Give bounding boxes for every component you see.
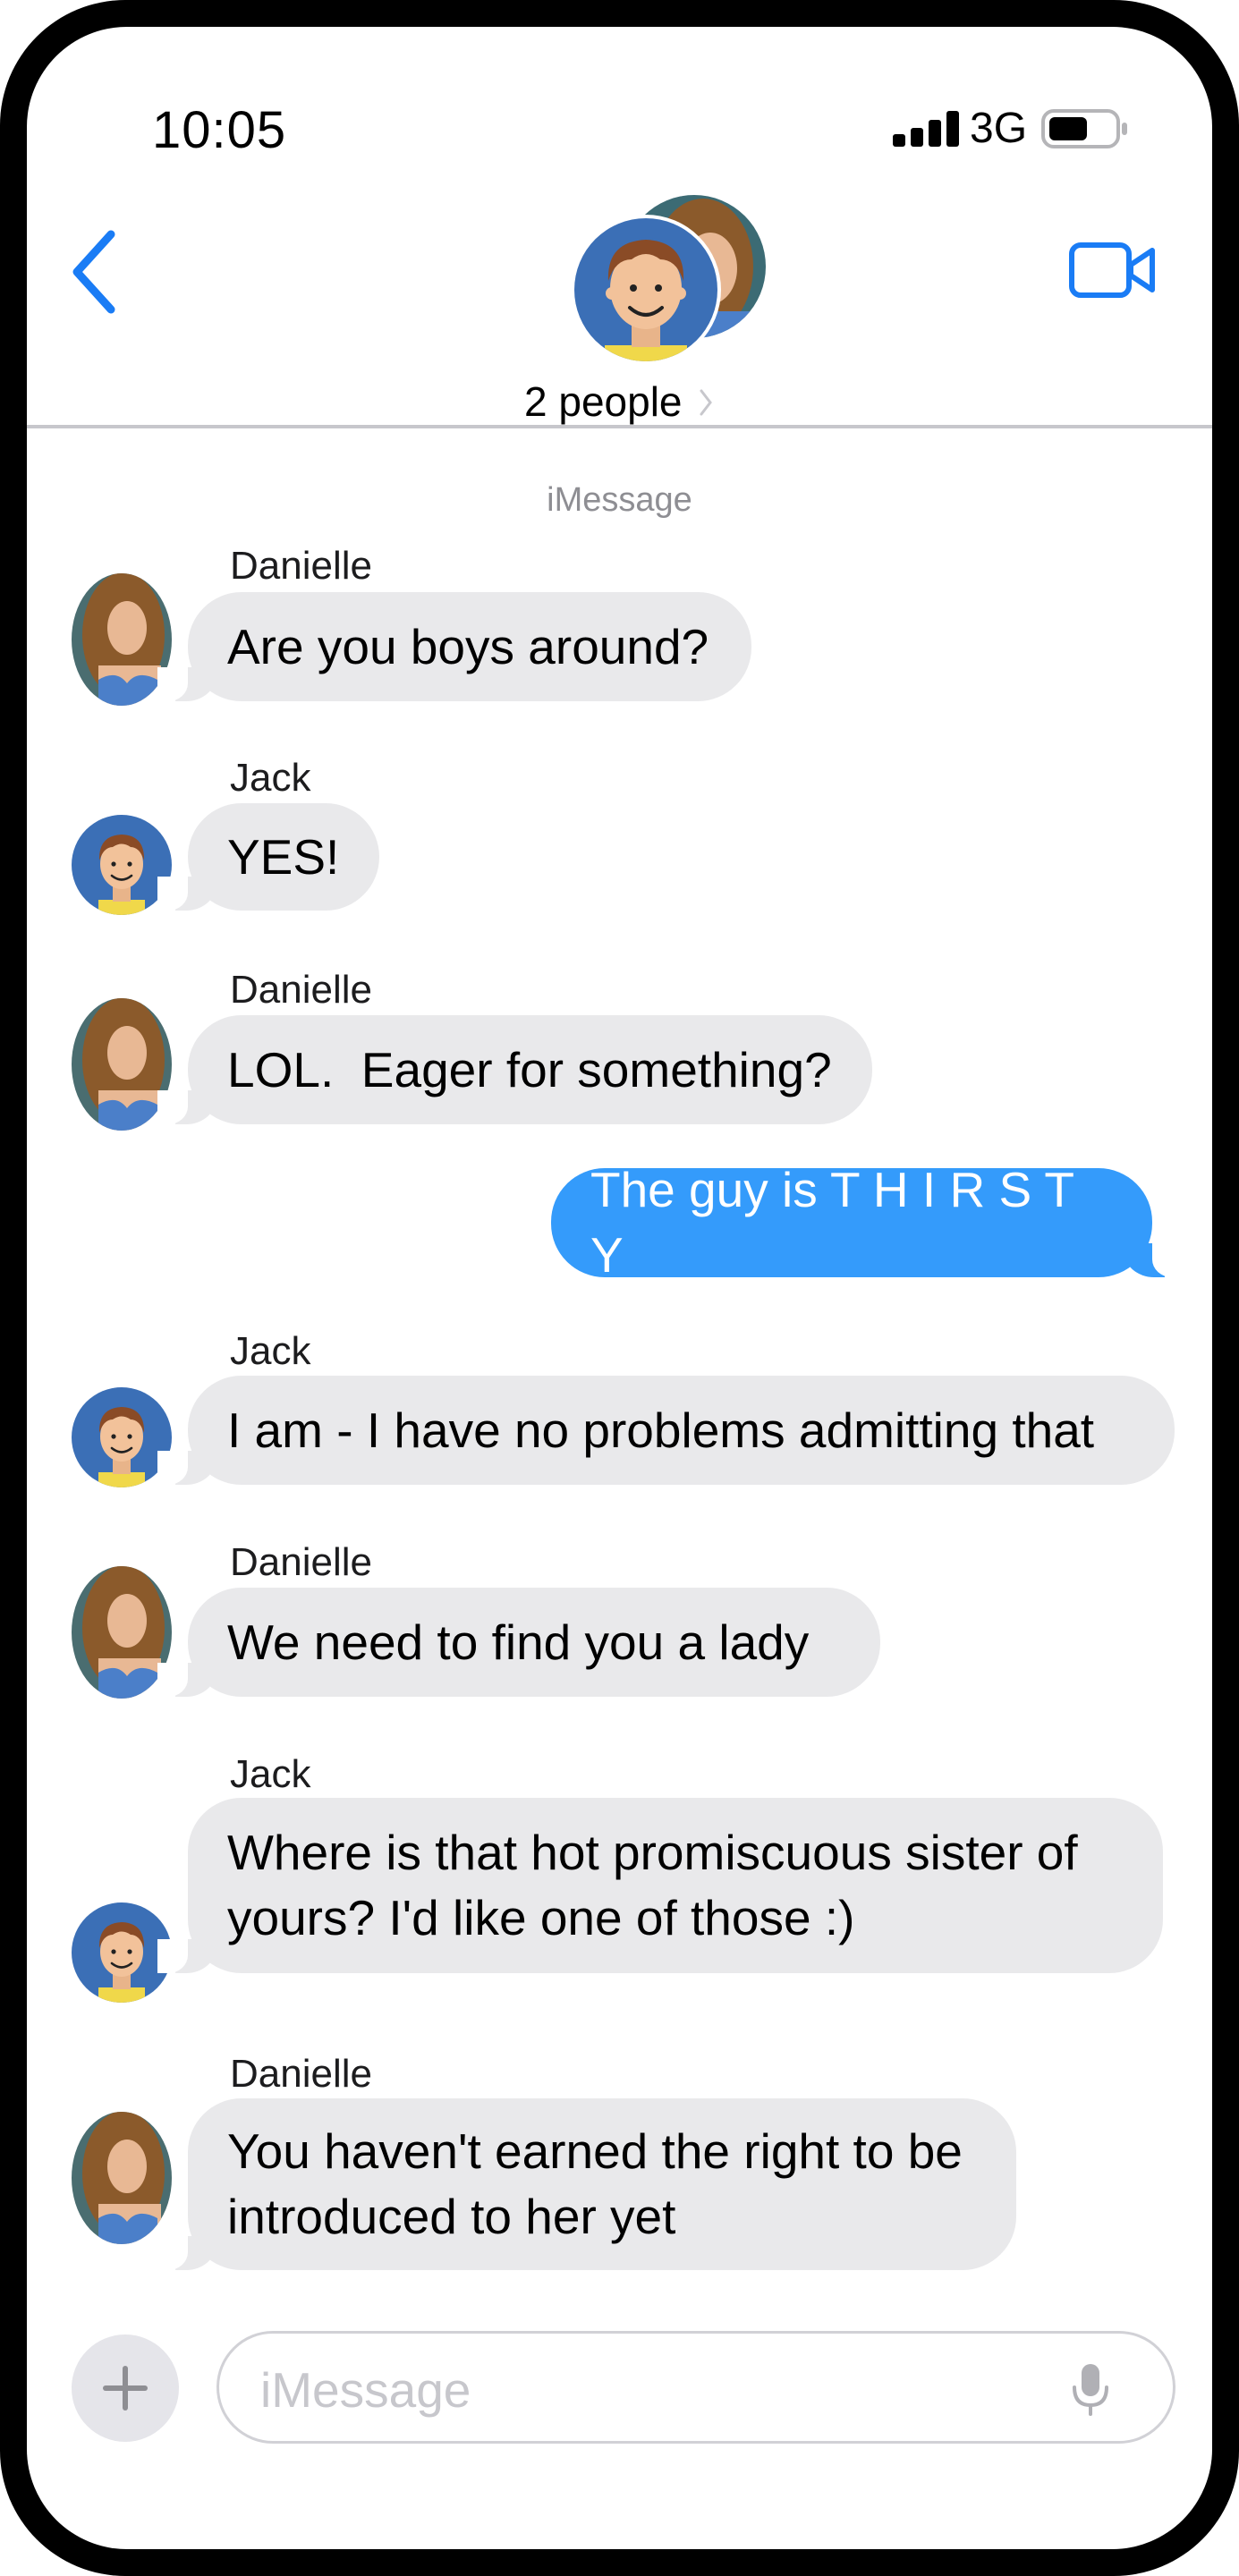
message-text: You haven't earned the right to be intro… <box>227 2123 977 2244</box>
status-time: 10:05 <box>152 101 287 159</box>
outgoing-message-bubble[interactable]: The guy is T H I R S T Y <box>551 1162 1183 1283</box>
add-attachment-button[interactable] <box>72 2334 179 2442</box>
message-text: YES! <box>227 828 340 885</box>
message-text: I am - I have no problems admitting that <box>227 1402 1095 1458</box>
message-text: LOL. Eager for something? <box>227 1041 832 1097</box>
incoming-message-bubble[interactable]: YES! <box>157 803 379 911</box>
plus-icon <box>103 2366 148 2411</box>
incoming-message-bubble[interactable]: LOL. Eager for something? <box>157 1015 872 1124</box>
message-input[interactable] <box>259 2351 1067 2428</box>
participants-label[interactable]: 2 people <box>524 377 683 426</box>
message-text: Where is that hot promiscuous sister of … <box>227 1825 1091 1945</box>
back-chevron-icon[interactable] <box>66 225 122 318</box>
incoming-message-bubble[interactable]: I am - I have no problems admitting that <box>157 1376 1175 1485</box>
device-frame: 10:05 3G 2 people iMessage Danielle Are … <box>0 0 1239 2576</box>
avatar-danielle[interactable] <box>72 2111 172 2245</box>
incoming-message-bubble[interactable]: You haven't earned the right to be intro… <box>157 2098 1016 2270</box>
carrier-label: 3G <box>970 105 1028 152</box>
avatar-jack[interactable] <box>72 798 172 932</box>
battery-icon <box>1041 109 1127 148</box>
sender-name: Danielle <box>230 544 372 588</box>
incoming-message-bubble[interactable]: We need to find you a lady <box>157 1588 880 1697</box>
sender-name: Danielle <box>230 1540 372 1584</box>
header-divider <box>27 425 1212 428</box>
message-text: We need to find you a lady <box>227 1614 810 1670</box>
incoming-message-bubble[interactable]: Are you boys around? <box>157 592 751 701</box>
signal-bars-icon <box>893 111 959 147</box>
sender-name: Jack <box>230 1752 311 1796</box>
sender-name: Jack <box>230 1329 311 1373</box>
sender-name: Danielle <box>230 968 372 1012</box>
service-label: iMessage <box>547 481 692 519</box>
incoming-message-bubble[interactable]: Where is that hot promiscuous sister of … <box>157 1798 1163 1973</box>
sender-name: Jack <box>230 756 311 800</box>
message-input-box[interactable] <box>216 2331 1175 2444</box>
screen: 10:05 3G 2 people iMessage Danielle Are … <box>27 27 1212 2549</box>
chevron-right-icon[interactable] <box>700 389 712 416</box>
message-text: Are you boys around? <box>227 618 709 674</box>
group-avatar[interactable] <box>560 195 775 374</box>
video-camera-icon[interactable] <box>1068 231 1158 309</box>
sender-name: Danielle <box>230 2052 372 2096</box>
message-text: The guy is T H I R S T Y <box>590 1162 1087 1283</box>
microphone-icon[interactable] <box>1069 2362 1112 2418</box>
